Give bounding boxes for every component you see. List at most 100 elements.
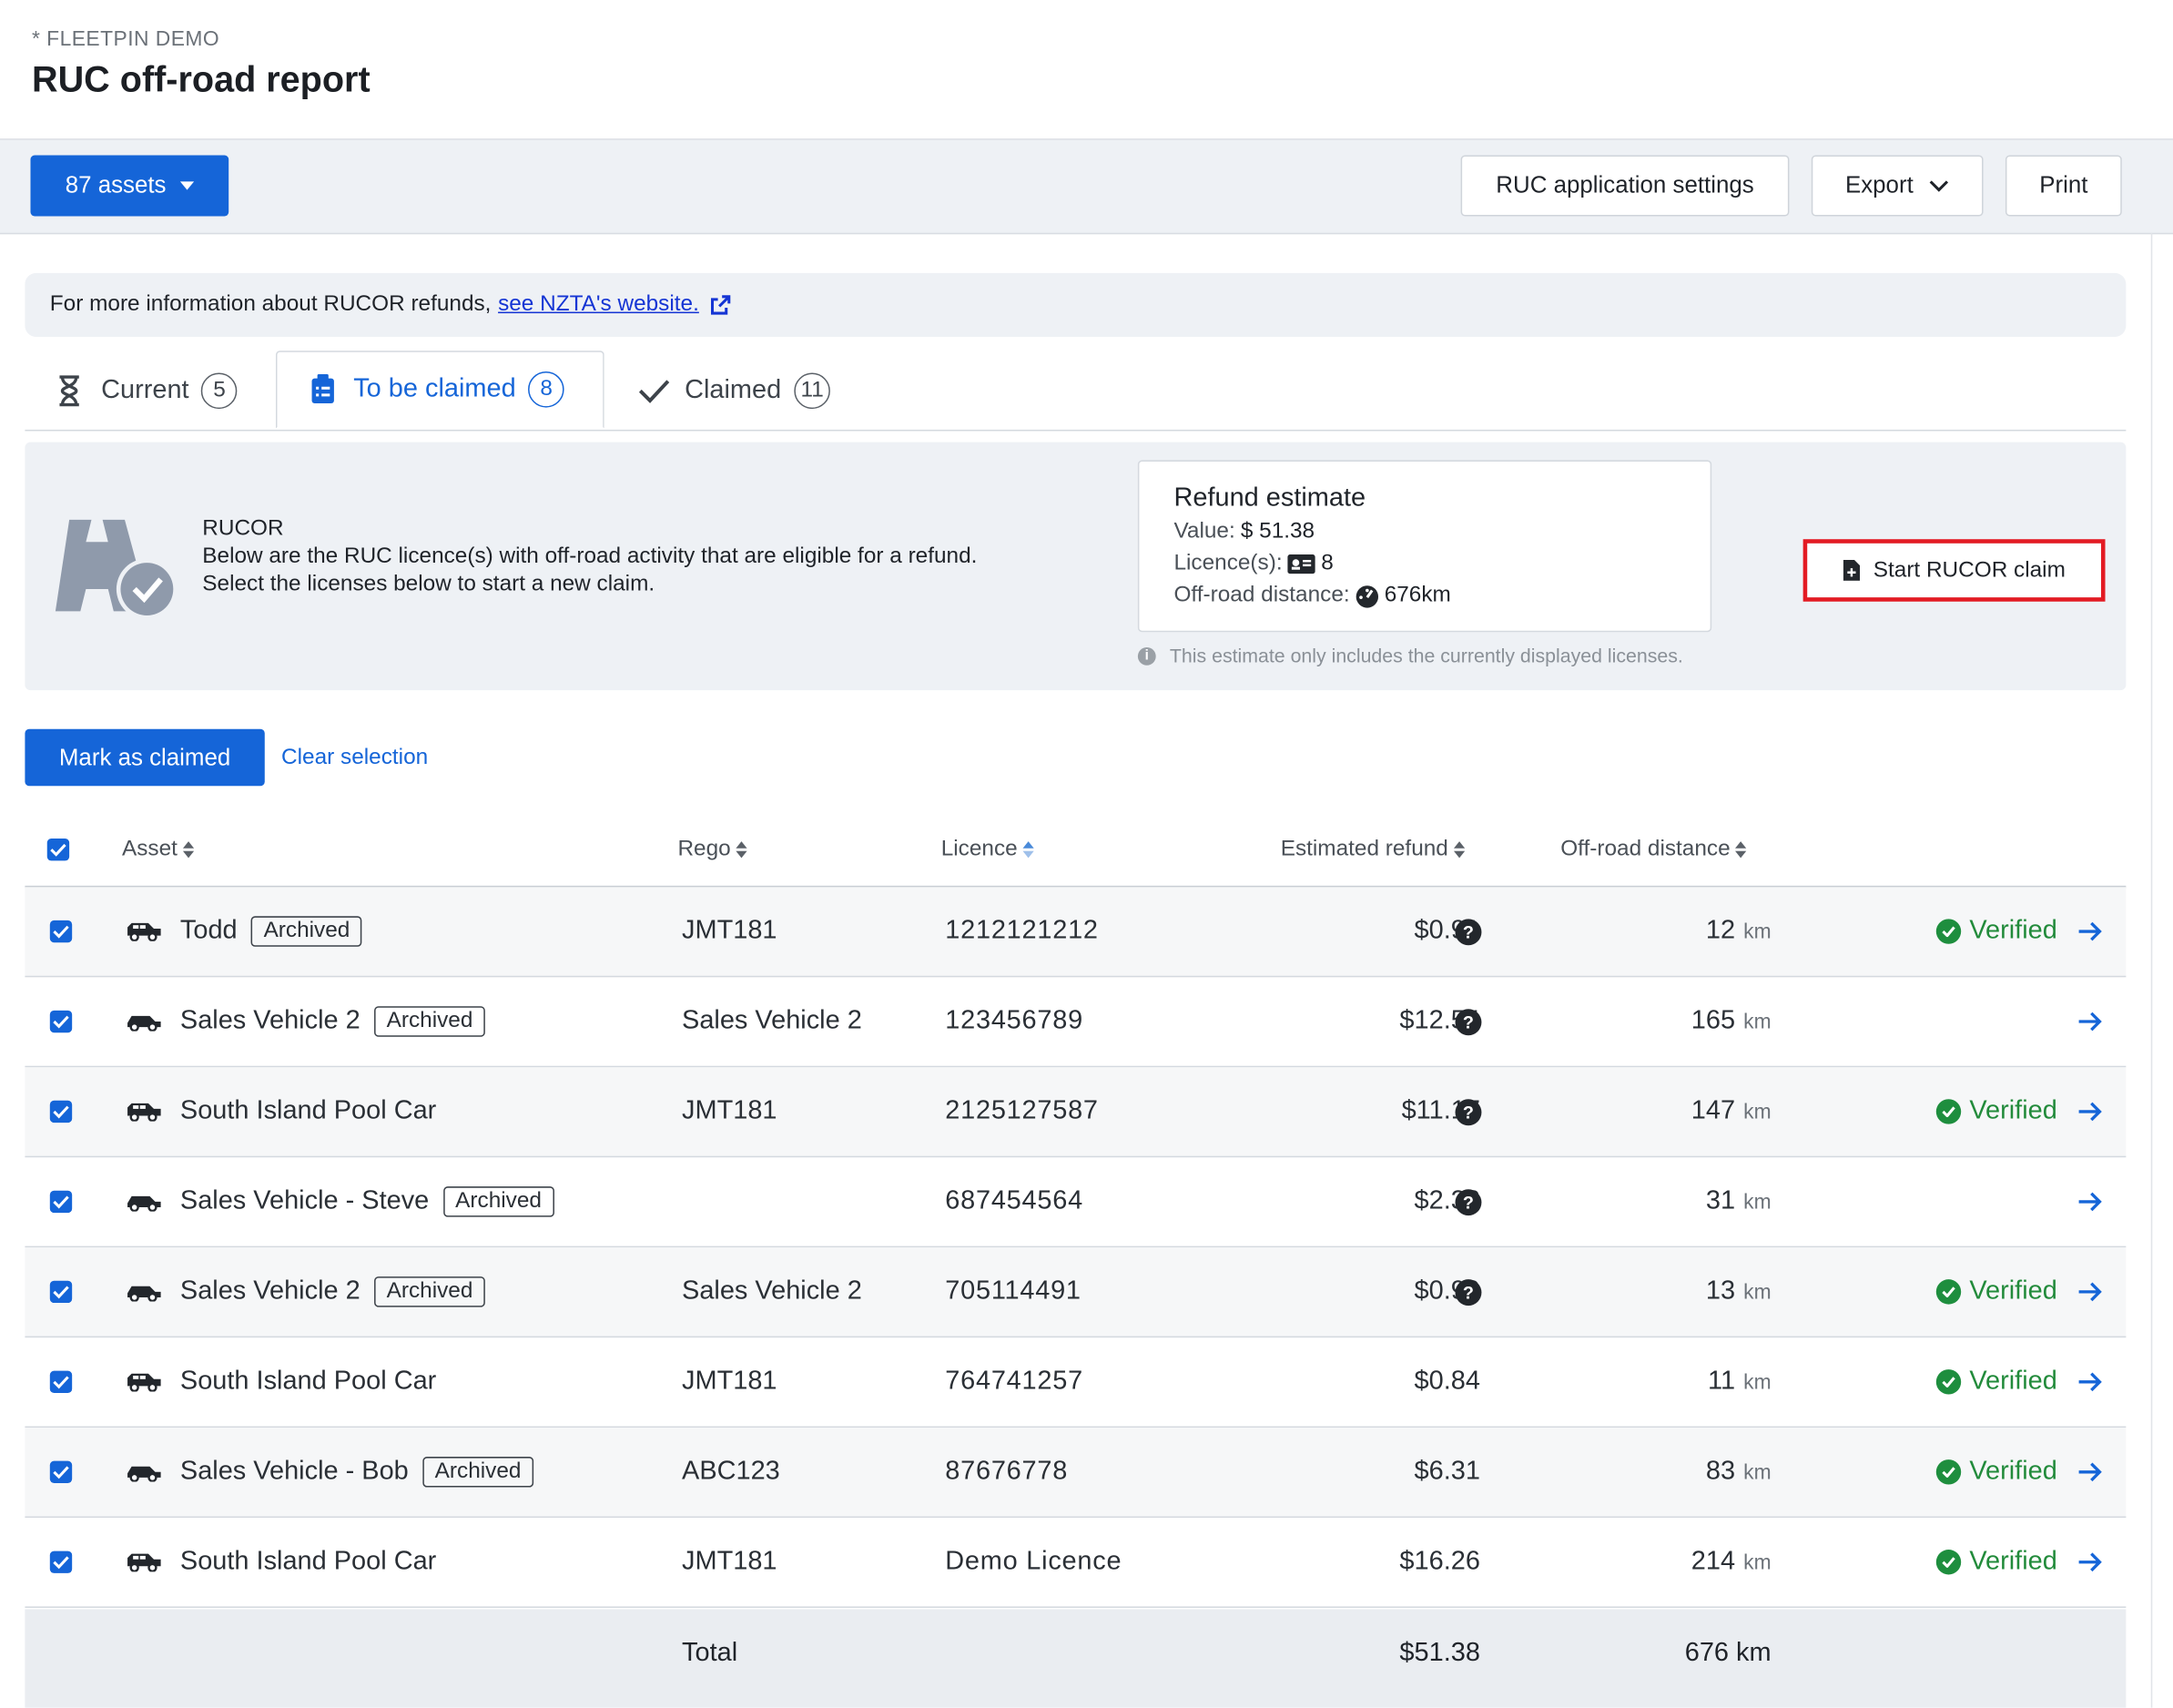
open-row-arrow[interactable]	[2077, 1337, 2102, 1426]
table-row[interactable]: South Island Pool Car JMT181 Demo Licence $…	[25, 1518, 2127, 1608]
column-licence[interactable]: Licence	[941, 838, 1034, 862]
verified-status: Verified	[1935, 887, 2057, 975]
row-checkbox[interactable]	[49, 887, 73, 975]
refund-cell: $0.84	[1415, 1337, 1480, 1426]
refund-cell: $16.26	[1399, 1518, 1479, 1606]
arrow-right-icon	[2078, 1012, 2102, 1032]
archived-badge: Archived	[421, 1457, 534, 1488]
refund-value-line: Value: $ 51.38	[1173, 520, 1315, 544]
export-label: Export	[1844, 171, 1914, 198]
tab-to-be-claimed[interactable]: To be claimed 8	[275, 351, 604, 429]
id-card-icon	[1287, 554, 1316, 574]
ruc-settings-button[interactable]: RUC application settings	[1460, 155, 1790, 217]
total-refund: $51.38	[1399, 1638, 1480, 1668]
distance-value: 31	[1705, 1186, 1736, 1216]
row-checkbox[interactable]	[49, 977, 73, 1065]
export-button[interactable]: Export	[1811, 155, 1984, 217]
open-row-arrow[interactable]	[2077, 977, 2102, 1065]
rego-cell: Sales Vehicle 2	[682, 1006, 862, 1036]
row-checkbox[interactable]	[49, 1337, 73, 1426]
mark-as-claimed-button[interactable]: Mark as claimed	[25, 728, 265, 787]
check-icon	[638, 379, 670, 403]
verified-status: Verified	[1935, 1428, 2057, 1516]
open-row-arrow[interactable]	[2077, 1157, 2102, 1245]
tab-to-be-claimed-count: 8	[528, 371, 564, 408]
rucor-description: RUCOR Below are the RUC licence(s) with …	[202, 515, 977, 598]
table-row[interactable]: South Island Pool Car JMT181 2125127587 $11…	[25, 1067, 2127, 1158]
tab-claimed[interactable]: Claimed 11	[637, 351, 831, 430]
open-row-arrow[interactable]	[2077, 887, 2102, 975]
table-row[interactable]: Sales Vehicle - Steve Archived 687454564 $2…	[25, 1157, 2127, 1248]
vehicle-icon	[125, 1372, 164, 1392]
select-all-checkbox[interactable]	[46, 839, 70, 861]
table-row[interactable]: Todd Archived JMT181 1212121212 $0.91? 12 km Ve…	[25, 887, 2127, 978]
refund-help[interactable]: ?	[1455, 1247, 1482, 1336]
vehicle-icon	[125, 1192, 164, 1212]
refund-value: $ 51.38	[1240, 519, 1315, 544]
open-row-arrow[interactable]	[2077, 1247, 2102, 1336]
table-row[interactable]: Sales Vehicle 2 Archived Sales Vehicle 2 70…	[25, 1247, 2127, 1338]
column-estimated-refund[interactable]: Estimated refund	[1281, 838, 1466, 862]
table-row[interactable]: Sales Vehicle 2 Archived Sales Vehicle 2 12…	[25, 977, 2127, 1068]
row-checkbox[interactable]	[49, 1428, 73, 1516]
refund-distance-label: Off-road distance:	[1173, 583, 1350, 607]
arrow-right-icon	[2078, 1552, 2102, 1572]
rucor-panel: RUCOR Below are the RUC licence(s) with …	[25, 442, 2127, 691]
verified-status: Verified	[1935, 1518, 2057, 1606]
check-circle-icon	[1935, 1099, 1962, 1124]
checkmark-icon	[49, 1370, 73, 1394]
vehicle-icon	[125, 1012, 164, 1032]
row-checkbox[interactable]	[49, 1247, 73, 1336]
question-circle-icon: ?	[1455, 918, 1482, 945]
verified-label: Verified	[1969, 916, 2057, 946]
rego-cell: ABC123	[682, 1457, 780, 1487]
question-circle-icon: ?	[1455, 1008, 1482, 1035]
refund-help[interactable]: ?	[1455, 1067, 1482, 1155]
asset-name: Sales Vehicle - Steve	[179, 1186, 430, 1216]
sort-icon	[1735, 841, 1747, 859]
distance-cell: 12 km	[1706, 887, 1772, 975]
assets-dropdown-button[interactable]: 87 assets	[30, 155, 229, 217]
checkmark-icon	[49, 1190, 73, 1214]
open-row-arrow[interactable]	[2077, 1428, 2102, 1516]
asset-cell: South Island Pool Car	[125, 1067, 436, 1155]
question-circle-icon: ?	[1455, 1278, 1482, 1306]
column-off-road-distance[interactable]: Off-road distance	[1560, 838, 1747, 862]
clear-selection-link[interactable]: Clear selection	[281, 729, 428, 786]
open-row-arrow[interactable]	[2077, 1518, 2102, 1606]
open-row-arrow[interactable]	[2077, 1067, 2102, 1155]
row-checkbox[interactable]	[49, 1067, 73, 1155]
table-row[interactable]: Sales Vehicle - Bob Archived ABC123 8767677…	[25, 1428, 2127, 1519]
checkmark-icon	[49, 1280, 73, 1304]
check-circle-icon	[1935, 919, 1962, 944]
table-row[interactable]: South Island Pool Car JMT181 764741257 $0.8…	[25, 1337, 2127, 1428]
distance-unit: km	[1743, 920, 1772, 943]
external-link-icon[interactable]	[710, 294, 732, 316]
distance-cell: 13 km	[1706, 1247, 1772, 1336]
bulk-actions: Mark as claimed Clear selection	[25, 728, 856, 787]
caret-down-icon	[179, 181, 194, 190]
tab-to-be-claimed-label: To be claimed	[353, 374, 516, 404]
refund-help[interactable]: ?	[1455, 1157, 1482, 1245]
total-distance: 676 km	[1684, 1638, 1772, 1668]
checkmark-icon	[49, 920, 73, 943]
tab-current[interactable]: Current 5	[56, 351, 238, 430]
nzta-website-link[interactable]: see NZTA's website.	[498, 292, 699, 317]
distance-value: 11	[1708, 1367, 1736, 1397]
refund-help[interactable]: ?	[1455, 887, 1482, 975]
column-asset[interactable]: Asset	[122, 838, 195, 862]
rucor-title: RUCOR	[202, 516, 284, 541]
verified-status: Verified	[1935, 1067, 2057, 1155]
row-checkbox[interactable]	[49, 1518, 73, 1606]
tabs: Current 5 To be claimed 8 Claimed 11	[25, 351, 2127, 432]
rego-cell: JMT181	[682, 1367, 777, 1397]
asset-cell: Todd Archived	[125, 887, 363, 975]
row-checkbox[interactable]	[49, 1157, 73, 1245]
print-label: Print	[2039, 171, 2088, 198]
column-rego[interactable]: Rego	[677, 838, 747, 862]
info-icon: i	[1137, 646, 1156, 665]
print-button[interactable]: Print	[2005, 155, 2122, 217]
checkmark-icon	[49, 1100, 73, 1123]
refund-help[interactable]: ?	[1455, 977, 1482, 1065]
distance-unit: km	[1743, 1010, 1772, 1033]
